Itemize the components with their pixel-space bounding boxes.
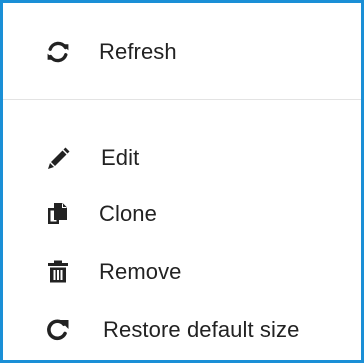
context-menu: Refresh Edit Clone Remove Restore defaul… [0,0,364,363]
trash-icon [45,259,71,285]
menu-item-clone[interactable]: Clone [3,189,361,239]
menu-item-label: Edit [101,145,140,170]
menu-item-remove[interactable]: Remove [3,247,361,297]
menu-item-label: Restore default size [103,317,300,342]
menu-divider [3,99,361,100]
restore-icon [45,317,71,343]
menu-item-edit[interactable]: Edit [3,133,361,183]
menu-item-label: Remove [99,259,182,284]
pencil-icon [45,145,71,171]
menu-item-restore-default-size[interactable]: Restore default size [3,305,361,355]
menu-item-refresh[interactable]: Refresh [3,27,361,77]
refresh-icon [45,39,71,65]
copy-icon [45,201,71,227]
menu-item-label: Refresh [99,39,177,64]
menu-item-label: Clone [99,201,157,226]
